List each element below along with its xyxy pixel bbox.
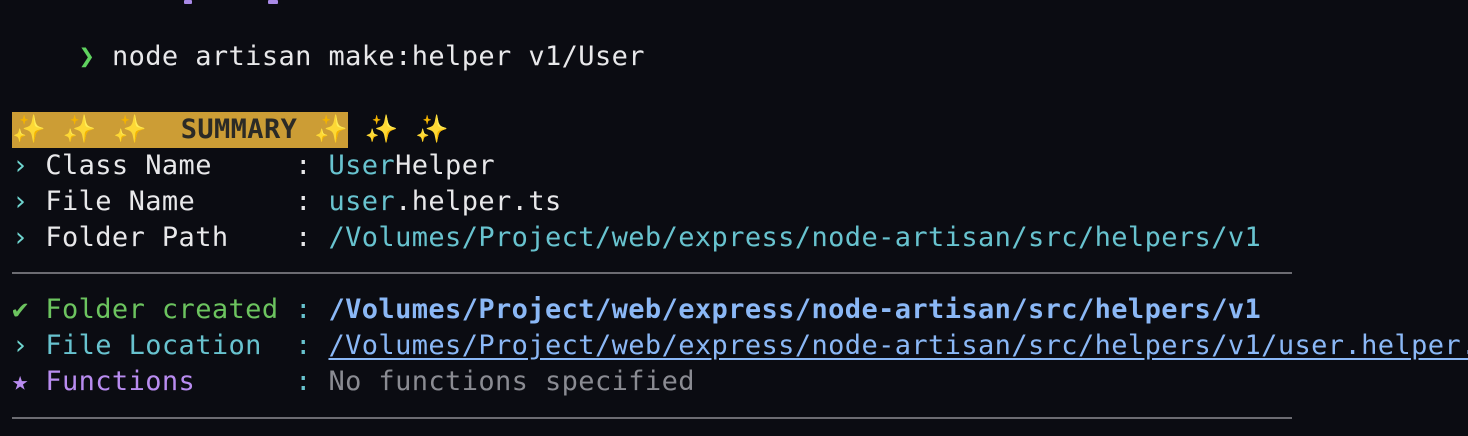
prompt-arrow-icon: ❯: [78, 41, 96, 72]
separator: :: [295, 150, 312, 181]
class-name-row: › Class Name : UserHelper: [12, 148, 495, 184]
functions-row: ★ Functions : No functions specified: [12, 364, 695, 400]
separator: :: [295, 330, 312, 361]
file-location-label: File Location: [45, 330, 262, 361]
chevron-icon: ›: [12, 222, 29, 253]
separator: :: [295, 366, 312, 397]
sparkles-left-icon: ✨ ✨ ✨: [12, 114, 148, 145]
summary-banner: ✨ ✨ ✨ SUMMARY ✨ ✨ ✨: [12, 112, 449, 148]
folder-path-value: /Volumes/Project/web/express/node-artisa…: [328, 222, 1262, 253]
summary-title: SUMMARY: [180, 114, 298, 145]
sparkles-right-icon: ✨ ✨ ✨: [313, 114, 450, 145]
class-name-highlight: User: [328, 150, 396, 181]
command-line: ❯ node artisan make:helper v1/User: [12, 3, 645, 111]
divider-top: [12, 272, 1292, 274]
class-name-label: Class Name: [45, 150, 212, 181]
separator: :: [295, 186, 312, 217]
chevron-icon: ›: [12, 150, 29, 181]
chevron-icon: ›: [12, 330, 29, 361]
file-location-row: › File Location : /Volumes/Project/web/e…: [12, 328, 1468, 364]
class-name-rest: Helper: [395, 150, 496, 181]
file-name-highlight: user: [328, 186, 396, 217]
divider-bottom: [12, 417, 1292, 419]
folder-created-row: ✔ Folder created : /Volumes/Project/web/…: [12, 292, 1261, 328]
file-name-label: File Name: [45, 186, 196, 217]
command-text[interactable]: node artisan make:helper v1/User: [112, 41, 645, 72]
chevron-icon: ›: [12, 186, 29, 217]
file-location-link[interactable]: /Volumes/Project/web/express/node-artisa…: [328, 330, 1468, 361]
folder-path-row: › Folder Path : /Volumes/Project/web/exp…: [12, 220, 1261, 256]
separator: :: [295, 294, 312, 325]
file-name-row: › File Name : user.helper.ts: [12, 184, 562, 220]
star-icon: ★: [12, 366, 29, 397]
terminal-window: ❯ node artisan make:helper v1/User ✨ ✨ ✨…: [0, 0, 1468, 436]
functions-value: No functions specified: [328, 366, 695, 397]
folder-created-label: Folder created: [45, 294, 279, 325]
folder-created-value: /Volumes/Project/web/express/node-artisa…: [328, 294, 1262, 325]
functions-label: Functions: [45, 366, 196, 397]
file-name-rest: .helper.ts: [395, 186, 562, 217]
check-icon: ✔: [12, 294, 29, 325]
separator: :: [295, 222, 312, 253]
folder-path-label: Folder Path: [45, 222, 229, 253]
